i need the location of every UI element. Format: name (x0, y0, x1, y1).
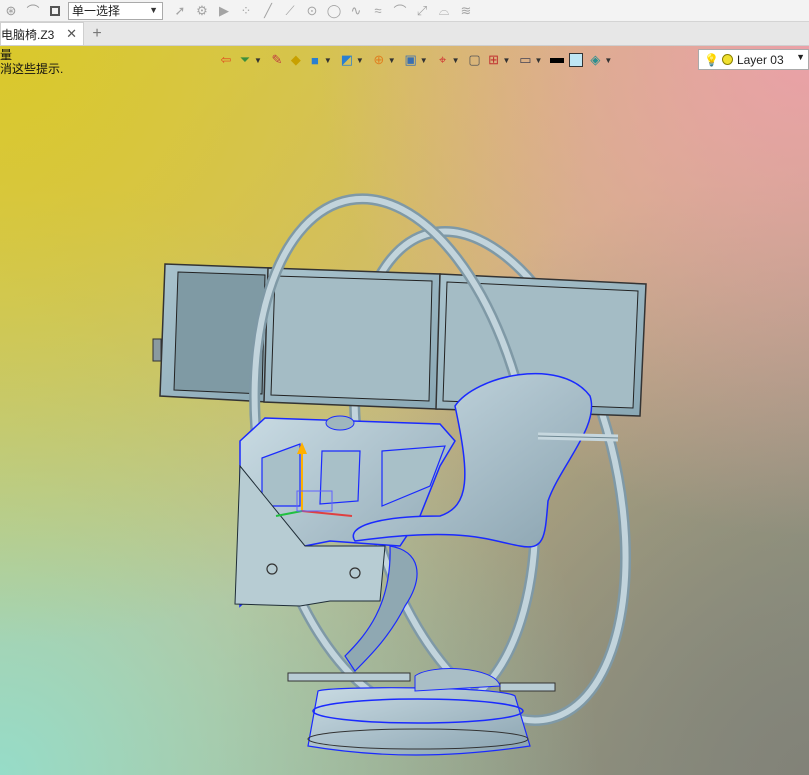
stop-icon[interactable] (44, 1, 66, 21)
3d-viewport[interactable]: 量 消这些提示. ⇦ ⏷ ▼ ✎ ◆ ■ ▼ ◩ ▼ ⊕ ▼ ▣ ▼ ⌖ ▼ ▢ ⊞ ▼ ▭ ▼… (0, 46, 809, 775)
play-icon[interactable]: ▶ (213, 1, 235, 21)
selection-mode-value: 单一选择 (72, 4, 121, 18)
close-icon[interactable]: ✕ (66, 26, 77, 42)
spline-icon[interactable]: ≈ (367, 1, 389, 21)
selection-mode-dropdown[interactable]: 单一选择 ▼ (68, 1, 163, 20)
line-icon[interactable]: ╱ (257, 1, 279, 21)
new-tab-button[interactable]: + (84, 22, 110, 45)
circle-icon[interactable]: ◯ (323, 1, 345, 21)
desk-frame (234, 415, 456, 608)
cursor-icon[interactable]: ➚ (169, 1, 191, 21)
circle-center-icon[interactable]: ⊙ (301, 1, 323, 21)
computer-chair-model[interactable] (0, 46, 809, 775)
chair-base (287, 668, 556, 756)
document-tab[interactable]: 电脑椅.Z3 ✕ (0, 22, 84, 45)
document-tab-title: 电脑椅.Z3 (1, 27, 55, 42)
seat-shell (344, 372, 619, 672)
document-tab-bar: 电脑椅.Z3 ✕ + (0, 22, 809, 46)
edit-curve-icon[interactable]: ⤢ (411, 1, 433, 21)
segment-icon[interactable]: ⟋ (279, 1, 301, 21)
curve-icon[interactable]: ∿ (345, 1, 367, 21)
pick-mode-icon[interactable]: ⌒ (22, 1, 44, 21)
hat-icon[interactable]: ⌓ (433, 1, 455, 21)
chevron-down-icon: ▼ (149, 4, 158, 15)
pick-entity-icon[interactable]: ⚙ (191, 1, 213, 21)
layer-stack-icon[interactable]: ≋ (455, 1, 477, 21)
point-cloud-icon[interactable]: ⁘ (235, 1, 257, 21)
top-toolbar: ⊛ ⌒ 单一选择 ▼ ➚ ⚙ ▶ ⁘ ╱ ⟋ ⊙ ◯ ∿ ≈ ⌒ ⤢ ⌓ ≋ (0, 0, 809, 22)
pick-filter-icon[interactable]: ⊛ (0, 1, 22, 21)
arc-icon[interactable]: ⌒ (389, 1, 411, 21)
